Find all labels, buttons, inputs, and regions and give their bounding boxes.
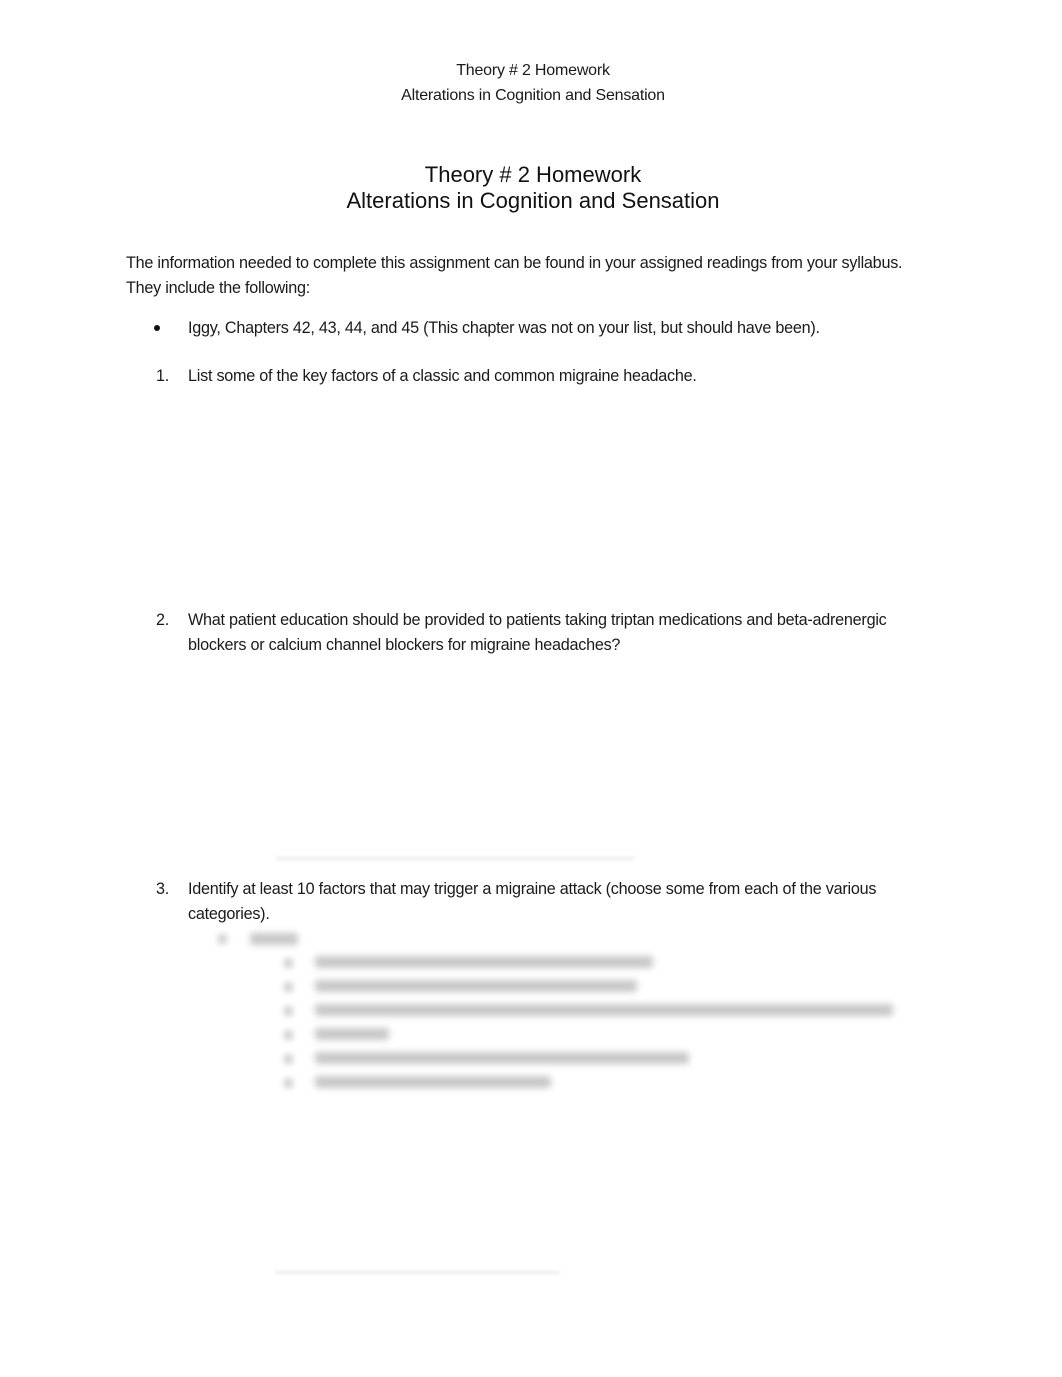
obscured-answer-block	[200, 928, 920, 1098]
title-line-2: Alterations in Cognition and Sensation	[346, 188, 720, 213]
question-3: 3. Identify at least 10 factors that may…	[126, 877, 916, 927]
title-line-1: Theory # 2 Homework	[424, 162, 642, 187]
obscured-item	[315, 980, 637, 992]
running-header-line-1: Theory # 2 Homework	[456, 62, 610, 79]
reading-list-item: Iggy, Chapters 42, 43, 44, and 45 (This …	[126, 316, 916, 341]
obscured-item	[315, 1052, 689, 1064]
obscured-marker	[284, 1030, 293, 1040]
obscured-marker	[284, 1006, 293, 1016]
obscured-item	[315, 1004, 893, 1016]
obscured-subheading	[250, 933, 298, 945]
question-number: 2.	[156, 611, 170, 629]
obscured-marker	[284, 982, 293, 992]
blurred-divider	[275, 1271, 560, 1274]
running-header-line-2: Alterations in Cognition and Sensation	[401, 87, 665, 104]
reading-text: Iggy, Chapters 42, 43, 44, and 45 (This …	[188, 319, 820, 337]
document-title: Theory # 2 Homework Alterations in Cogni…	[0, 162, 1062, 214]
obscured-marker	[284, 1078, 293, 1088]
document-page: Theory # 2 Homework Alterations in Cogni…	[0, 0, 1062, 1377]
question-1: 1. List some of the key factors of a cla…	[126, 364, 916, 389]
running-header: Theory # 2 Homework Alterations in Cogni…	[0, 58, 1062, 108]
intro-paragraph: The information needed to complete this …	[126, 254, 903, 297]
obscured-marker	[284, 958, 293, 968]
question-text: What patient education should be provide…	[188, 611, 887, 654]
blurred-divider	[275, 857, 635, 860]
question-text: List some of the key factors of a classi…	[188, 367, 697, 385]
question-number: 1.	[156, 367, 170, 385]
question-text: Identify at least 10 factors that may tr…	[188, 880, 877, 923]
bullet-icon	[154, 325, 160, 331]
obscured-item	[315, 1076, 551, 1088]
question-2: 2. What patient education should be prov…	[126, 608, 916, 658]
question-number: 3.	[156, 880, 170, 898]
obscured-marker	[284, 1054, 293, 1064]
obscured-item	[315, 1028, 389, 1040]
obscured-item	[315, 956, 653, 968]
obscured-marker	[218, 934, 227, 944]
